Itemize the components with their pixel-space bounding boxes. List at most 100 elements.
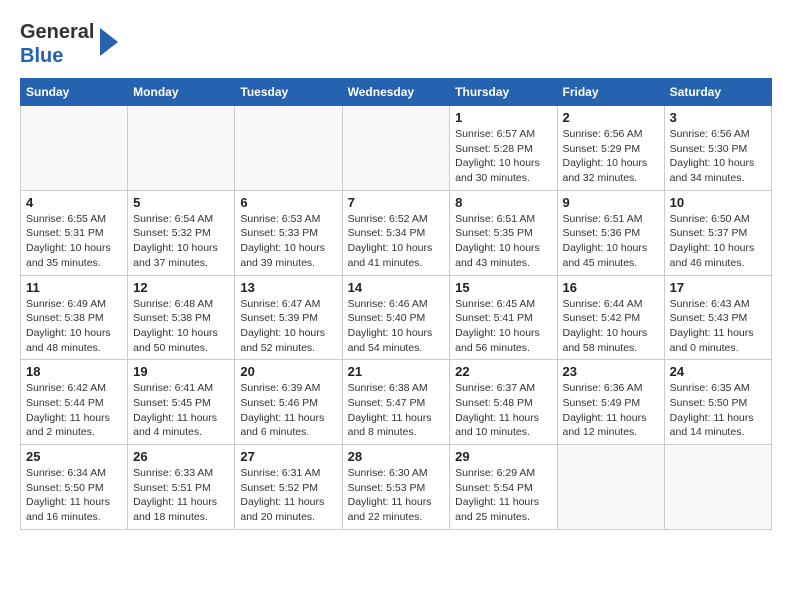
calendar-cell: 28 Sunrise: 6:30 AM Sunset: 5:53 PM Dayli… (342, 445, 450, 530)
day-info: Sunrise: 6:33 AM Sunset: 5:51 PM Dayligh… (133, 466, 229, 525)
day-info: Sunrise: 6:39 AM Sunset: 5:46 PM Dayligh… (240, 381, 336, 440)
calendar-cell: 24 Sunrise: 6:35 AM Sunset: 5:50 PM Dayli… (664, 360, 771, 445)
calendar-cell: 14 Sunrise: 6:46 AM Sunset: 5:40 PM Dayli… (342, 275, 450, 360)
day-info: Sunrise: 6:31 AM Sunset: 5:52 PM Dayligh… (240, 466, 336, 525)
day-number: 9 (563, 195, 659, 210)
day-number: 23 (563, 364, 659, 379)
day-info: Sunrise: 6:52 AM Sunset: 5:34 PM Dayligh… (348, 212, 445, 271)
calendar-cell (21, 106, 128, 191)
day-info: Sunrise: 6:56 AM Sunset: 5:29 PM Dayligh… (563, 127, 659, 186)
calendar-cell (557, 445, 664, 530)
calendar-cell: 5 Sunrise: 6:54 AM Sunset: 5:32 PM Daylig… (128, 190, 235, 275)
weekday-header-friday: Friday (557, 79, 664, 106)
calendar-cell: 21 Sunrise: 6:38 AM Sunset: 5:47 PM Dayli… (342, 360, 450, 445)
calendar-cell: 10 Sunrise: 6:50 AM Sunset: 5:37 PM Dayli… (664, 190, 771, 275)
logo-line1: General (20, 20, 94, 44)
logo: General Blue (20, 20, 118, 68)
day-info: Sunrise: 6:36 AM Sunset: 5:49 PM Dayligh… (563, 381, 659, 440)
calendar-cell: 17 Sunrise: 6:43 AM Sunset: 5:43 PM Dayli… (664, 275, 771, 360)
calendar-cell: 9 Sunrise: 6:51 AM Sunset: 5:36 PM Daylig… (557, 190, 664, 275)
day-info: Sunrise: 6:38 AM Sunset: 5:47 PM Dayligh… (348, 381, 445, 440)
day-number: 16 (563, 280, 659, 295)
weekday-header-saturday: Saturday (664, 79, 771, 106)
day-number: 26 (133, 449, 229, 464)
day-number: 22 (455, 364, 551, 379)
calendar-cell (235, 106, 342, 191)
day-info: Sunrise: 6:42 AM Sunset: 5:44 PM Dayligh… (26, 381, 122, 440)
day-number: 21 (348, 364, 445, 379)
calendar-week-1: 1 Sunrise: 6:57 AM Sunset: 5:28 PM Daylig… (21, 106, 772, 191)
day-info: Sunrise: 6:44 AM Sunset: 5:42 PM Dayligh… (563, 297, 659, 356)
calendar-week-3: 11 Sunrise: 6:49 AM Sunset: 5:38 PM Dayli… (21, 275, 772, 360)
day-number: 7 (348, 195, 445, 210)
calendar-cell: 8Sunrise: 6:51 AM Sunset: 5:35 PM Daylig… (450, 190, 557, 275)
day-number: 28 (348, 449, 445, 464)
calendar-cell: 4Sunrise: 6:55 AM Sunset: 5:31 PM Daylig… (21, 190, 128, 275)
calendar-cell: 26 Sunrise: 6:33 AM Sunset: 5:51 PM Dayli… (128, 445, 235, 530)
calendar-cell: 13 Sunrise: 6:47 AM Sunset: 5:39 PM Dayli… (235, 275, 342, 360)
day-info: Sunrise: 6:57 AM Sunset: 5:28 PM Dayligh… (455, 127, 551, 186)
calendar-cell: 15Sunrise: 6:45 AM Sunset: 5:41 PM Dayli… (450, 275, 557, 360)
day-info: Sunrise: 6:56 AM Sunset: 5:30 PM Dayligh… (670, 127, 766, 186)
calendar-cell: 20 Sunrise: 6:39 AM Sunset: 5:46 PM Dayli… (235, 360, 342, 445)
header: General Blue (20, 20, 772, 68)
day-info: Sunrise: 6:51 AM Sunset: 5:36 PM Dayligh… (563, 212, 659, 271)
day-number: 10 (670, 195, 766, 210)
day-info: Sunrise: 6:29 AM Sunset: 5:54 PM Dayligh… (455, 466, 551, 525)
calendar-cell (128, 106, 235, 191)
day-info: Sunrise: 6:51 AM Sunset: 5:35 PM Dayligh… (455, 212, 551, 271)
calendar-cell: 12Sunrise: 6:48 AM Sunset: 5:38 PM Dayli… (128, 275, 235, 360)
day-info: Sunrise: 6:53 AM Sunset: 5:33 PM Dayligh… (240, 212, 336, 271)
calendar-week-4: 18 Sunrise: 6:42 AM Sunset: 5:44 PM Dayli… (21, 360, 772, 445)
calendar-cell (664, 445, 771, 530)
day-number: 25 (26, 449, 122, 464)
day-number: 5 (133, 195, 229, 210)
calendar-header-row: SundayMondayTuesdayWednesdayThursdayFrid… (21, 79, 772, 106)
day-info: Sunrise: 6:47 AM Sunset: 5:39 PM Dayligh… (240, 297, 336, 356)
day-info: Sunrise: 6:55 AM Sunset: 5:31 PM Dayligh… (26, 212, 122, 271)
day-number: 27 (240, 449, 336, 464)
day-number: 2 (563, 110, 659, 125)
calendar-cell: 22Sunrise: 6:37 AM Sunset: 5:48 PM Dayli… (450, 360, 557, 445)
day-number: 11 (26, 280, 122, 295)
calendar-cell: 11 Sunrise: 6:49 AM Sunset: 5:38 PM Dayli… (21, 275, 128, 360)
day-number: 6 (240, 195, 336, 210)
calendar-cell: 27 Sunrise: 6:31 AM Sunset: 5:52 PM Dayli… (235, 445, 342, 530)
day-info: Sunrise: 6:43 AM Sunset: 5:43 PM Dayligh… (670, 297, 766, 356)
calendar-cell: 1 Sunrise: 6:57 AM Sunset: 5:28 PM Daylig… (450, 106, 557, 191)
logo-arrow-icon (100, 28, 118, 56)
day-number: 14 (348, 280, 445, 295)
calendar-cell: 23 Sunrise: 6:36 AM Sunset: 5:49 PM Dayli… (557, 360, 664, 445)
day-info: Sunrise: 6:46 AM Sunset: 5:40 PM Dayligh… (348, 297, 445, 356)
day-number: 1 (455, 110, 551, 125)
day-info: Sunrise: 6:54 AM Sunset: 5:32 PM Dayligh… (133, 212, 229, 271)
calendar-cell: 2 Sunrise: 6:56 AM Sunset: 5:29 PM Daylig… (557, 106, 664, 191)
day-info: Sunrise: 6:41 AM Sunset: 5:45 PM Dayligh… (133, 381, 229, 440)
calendar-cell: 29 Sunrise: 6:29 AM Sunset: 5:54 PM Dayli… (450, 445, 557, 530)
day-number: 12 (133, 280, 229, 295)
weekday-header-sunday: Sunday (21, 79, 128, 106)
day-info: Sunrise: 6:30 AM Sunset: 5:53 PM Dayligh… (348, 466, 445, 525)
day-number: 18 (26, 364, 122, 379)
day-number: 19 (133, 364, 229, 379)
calendar-cell: 19 Sunrise: 6:41 AM Sunset: 5:45 PM Dayli… (128, 360, 235, 445)
calendar-cell: 7 Sunrise: 6:52 AM Sunset: 5:34 PM Daylig… (342, 190, 450, 275)
day-info: Sunrise: 6:49 AM Sunset: 5:38 PM Dayligh… (26, 297, 122, 356)
day-number: 24 (670, 364, 766, 379)
weekday-header-tuesday: Tuesday (235, 79, 342, 106)
day-number: 3 (670, 110, 766, 125)
weekday-header-wednesday: Wednesday (342, 79, 450, 106)
calendar-cell: 25 Sunrise: 6:34 AM Sunset: 5:50 PM Dayli… (21, 445, 128, 530)
day-number: 29 (455, 449, 551, 464)
day-info: Sunrise: 6:34 AM Sunset: 5:50 PM Dayligh… (26, 466, 122, 525)
calendar-cell: 3 Sunrise: 6:56 AM Sunset: 5:30 PM Daylig… (664, 106, 771, 191)
day-info: Sunrise: 6:50 AM Sunset: 5:37 PM Dayligh… (670, 212, 766, 271)
day-number: 20 (240, 364, 336, 379)
weekday-header-monday: Monday (128, 79, 235, 106)
day-number: 17 (670, 280, 766, 295)
day-number: 13 (240, 280, 336, 295)
day-number: 15 (455, 280, 551, 295)
weekday-header-thursday: Thursday (450, 79, 557, 106)
calendar-cell: 18 Sunrise: 6:42 AM Sunset: 5:44 PM Dayli… (21, 360, 128, 445)
day-info: Sunrise: 6:35 AM Sunset: 5:50 PM Dayligh… (670, 381, 766, 440)
